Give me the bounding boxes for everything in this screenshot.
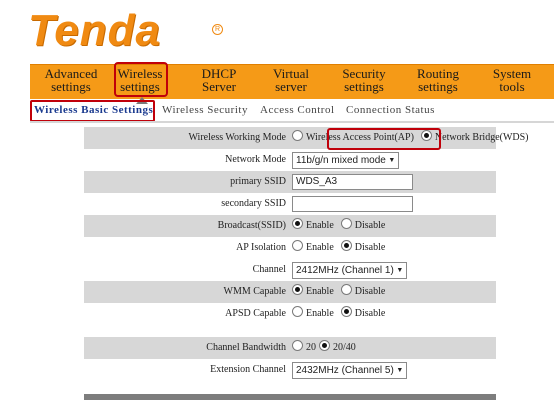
radio-icon[interactable] [292, 218, 303, 229]
tab-connection-status[interactable]: Connection Status [346, 104, 435, 116]
main-menu: Advanced settings Wireless settings DHCP… [30, 64, 554, 99]
option-label: Disable [354, 308, 386, 319]
bandwidth-2040[interactable]: 20/40 [319, 340, 356, 353]
radio-icon[interactable] [340, 218, 352, 229]
radio-icon[interactable] [319, 340, 330, 351]
option-label: 20/40 [333, 342, 356, 353]
menu-routing-settings[interactable]: Routing settings [407, 67, 469, 97]
channel-select[interactable]: 2412MHz (Channel 1) ▼ [292, 262, 407, 279]
row-channel-bandwidth: Channel Bandwidth 20 20/40 [84, 337, 496, 359]
chevron-down-icon: ▼ [396, 267, 404, 274]
option-label: 20 [306, 342, 316, 353]
basic-settings-highlight [30, 100, 155, 122]
apsd-disable[interactable]: Disable [340, 306, 386, 319]
option-label: Disable [354, 242, 386, 253]
working-mode-label: Wireless Working Mode [188, 132, 286, 143]
menu-label: settings [51, 79, 91, 94]
network-mode-select[interactable]: 11b/g/n mixed mode ▼ [292, 152, 399, 169]
radio-icon[interactable] [292, 284, 303, 295]
ap-isolation-label: AP Isolation [236, 242, 286, 253]
radio-icon[interactable] [340, 284, 352, 295]
registered-mark: R [212, 24, 223, 35]
radio-icon[interactable] [292, 306, 303, 317]
radio-icon[interactable] [292, 340, 303, 351]
menu-security-settings[interactable]: Security settings [333, 67, 395, 97]
logo-text: Tenda [28, 6, 161, 55]
tab-access-control[interactable]: Access Control [260, 104, 335, 116]
apsd-enable[interactable]: Enable [292, 306, 334, 319]
secondary-ssid-label: secondary SSID [221, 198, 286, 209]
row-apsd-capable: APSD Capable Enable Disable [84, 303, 496, 325]
option-label: Enable [306, 308, 334, 319]
menu-label: settings [344, 79, 384, 94]
menu-advanced-settings[interactable]: Advanced settings [34, 67, 108, 97]
option-label: Network Bridge(WDS) [434, 132, 529, 143]
menu-virtual-server[interactable]: Virtual server [262, 67, 320, 97]
bandwidth-label: Channel Bandwidth [206, 342, 286, 353]
tenda-logo: Tenda R [28, 6, 223, 58]
broadcast-label: Broadcast(SSID) [217, 220, 286, 231]
wmm-label: WMM Capable [223, 286, 287, 297]
radio-icon[interactable] [292, 130, 303, 141]
menu-label: server [275, 79, 307, 94]
bottom-divider [84, 394, 496, 400]
primary-ssid-label: primary SSID [230, 176, 286, 187]
row-broadcast-ssid: Broadcast(SSID) Enable Disable [84, 215, 496, 237]
option-label: Disable [354, 220, 386, 231]
row-channel: Channel 2412MHz (Channel 1) ▼ [84, 259, 496, 281]
radio-icon[interactable] [340, 306, 352, 317]
tab-wireless-security[interactable]: Wireless Security [162, 104, 248, 116]
submenu-divider [30, 121, 554, 123]
apsd-label: APSD Capable [225, 308, 286, 319]
ap-isolation-disable[interactable]: Disable [340, 240, 386, 253]
secondary-ssid-input[interactable] [292, 196, 413, 212]
row-wmm-capable: WMM Capable Enable Disable [84, 281, 496, 303]
menu-label: tools [499, 79, 525, 94]
ap-isolation-enable[interactable]: Enable [292, 240, 334, 253]
option-label: Enable [306, 220, 334, 231]
primary-ssid-input[interactable]: WDS_A3 [292, 174, 413, 190]
radio-icon[interactable] [340, 240, 352, 251]
broadcast-enable[interactable]: Enable [292, 218, 334, 231]
option-label: Enable [306, 286, 334, 297]
extension-channel-select[interactable]: 2432MHz (Channel 5) ▼ [292, 362, 407, 379]
row-ap-isolation: AP Isolation Enable Disable [84, 237, 496, 259]
row-extension-channel: Extension Channel 2432MHz (Channel 5) ▼ [84, 359, 496, 381]
option-label: Enable [306, 242, 334, 253]
row-primary-ssid: primary SSID WDS_A3 [84, 171, 496, 193]
wmm-disable[interactable]: Disable [340, 284, 386, 297]
menu-system-tools[interactable]: System tools [482, 67, 542, 97]
select-value: 2432MHz (Channel 5) [296, 365, 394, 376]
wmm-enable[interactable]: Enable [292, 284, 334, 297]
bandwidth-20[interactable]: 20 [292, 340, 316, 353]
radio-icon[interactable] [292, 240, 303, 251]
row-secondary-ssid: secondary SSID [84, 193, 496, 215]
wireless-settings-highlight [114, 62, 168, 97]
row-network-mode: Network Mode 11b/g/n mixed mode ▼ [84, 149, 496, 171]
option-label: Disable [354, 286, 386, 297]
select-value: 2412MHz (Channel 1) [296, 265, 394, 276]
menu-label: settings [418, 79, 458, 94]
extension-channel-label: Extension Channel [210, 364, 286, 375]
menu-label: Server [202, 79, 236, 94]
wds-highlight [327, 128, 441, 150]
select-value: 11b/g/n mixed mode [296, 155, 386, 166]
chevron-down-icon: ▼ [396, 367, 404, 374]
channel-label: Channel [252, 264, 286, 275]
broadcast-disable[interactable]: Disable [340, 218, 386, 231]
network-mode-label: Network Mode [225, 154, 286, 165]
chevron-down-icon: ▼ [388, 157, 396, 164]
menu-dhcp-server[interactable]: DHCP Server [190, 67, 248, 97]
